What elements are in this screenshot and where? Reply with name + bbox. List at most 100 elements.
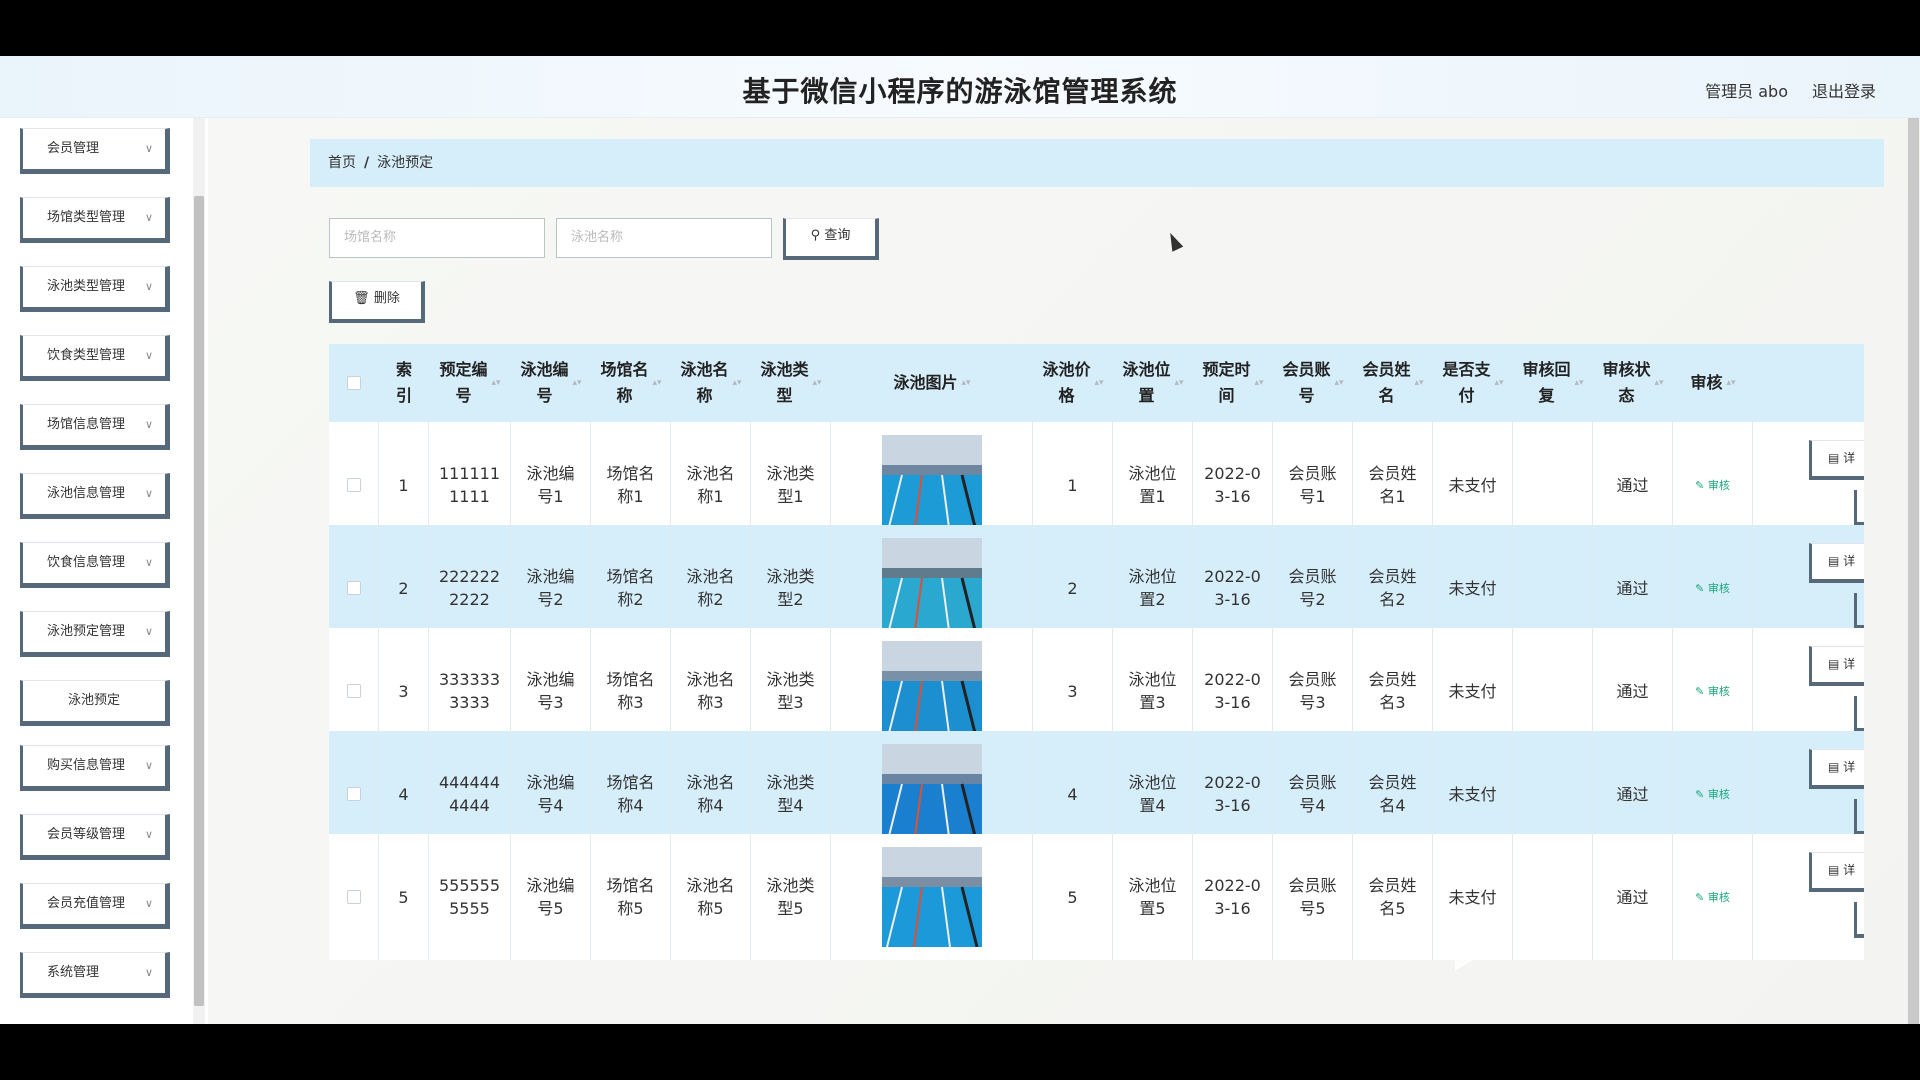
column-header-10[interactable]: 会员账 号 ▴▾ bbox=[1273, 344, 1353, 422]
sidebar-item-4[interactable]: 场馆信息管理 ∨ bbox=[20, 404, 170, 450]
sidebar-item-9[interactable]: 购买信息管理 ∨ bbox=[20, 745, 170, 791]
query-button[interactable]: ⚲ 查询 bbox=[783, 218, 879, 260]
sort-icon[interactable]: ▴▾ bbox=[1254, 370, 1263, 396]
column-header-14[interactable]: 审核状 态 ▴▾ bbox=[1593, 344, 1673, 422]
sidebar-item-5[interactable]: 泳池信息管理 ∨ bbox=[20, 473, 170, 519]
action-button-partial[interactable] bbox=[1854, 593, 1864, 629]
detail-button[interactable]: ▤ 详 bbox=[1809, 440, 1864, 480]
breadcrumb-separator: / bbox=[364, 155, 370, 171]
sort-icon[interactable]: ▴▾ bbox=[812, 370, 821, 396]
sort-icon[interactable]: ▴▾ bbox=[1094, 370, 1103, 396]
column-header-label: 审核 bbox=[1690, 373, 1723, 392]
cell-text: 3 bbox=[398, 681, 409, 701]
column-header-3[interactable]: 场馆名 称 ▴▾ bbox=[591, 344, 671, 422]
column-header-5[interactable]: 泳池类 型 ▴▾ bbox=[751, 344, 831, 422]
column-header-15[interactable]: 审核 ▴▾ bbox=[1673, 344, 1753, 422]
sort-icon[interactable]: ▴▾ bbox=[1654, 370, 1663, 396]
column-header-4[interactable]: 泳池名 称 ▴▾ bbox=[671, 344, 751, 422]
column-header-6[interactable]: 泳池图片 ▴▾ bbox=[831, 344, 1033, 422]
logout-link[interactable]: 退出登录 bbox=[1812, 78, 1876, 102]
cell-order_no: 555555 5555 bbox=[429, 834, 511, 960]
detail-button[interactable]: ▤ 详 bbox=[1809, 749, 1864, 789]
document-icon: ▤ bbox=[1828, 863, 1840, 877]
detail-label: 详 bbox=[1843, 657, 1856, 671]
column-header-0[interactable]: 索 引 bbox=[379, 344, 429, 422]
column-header-label: 会员账 号 bbox=[1282, 360, 1331, 405]
sort-icon[interactable]: ▴▾ bbox=[572, 370, 581, 396]
cell-text: 1 bbox=[1067, 475, 1078, 495]
sort-icon[interactable]: ▴▾ bbox=[1494, 370, 1503, 396]
pool-name-input[interactable]: 泳池名称 bbox=[556, 218, 772, 258]
action-button-partial[interactable] bbox=[1854, 490, 1864, 526]
chevron-down-icon: ∨ bbox=[144, 211, 153, 224]
detail-button[interactable]: ▤ 详 bbox=[1809, 852, 1864, 892]
cell-text: 通过 bbox=[1616, 681, 1649, 701]
cell-text: 泳池类 型2 bbox=[766, 567, 815, 609]
cell-text: 泳池类 型5 bbox=[766, 876, 815, 918]
cell-text: 111111 1111 bbox=[438, 464, 501, 506]
sort-icon[interactable]: ▴▾ bbox=[1334, 370, 1343, 396]
detail-button[interactable]: ▤ 详 bbox=[1809, 646, 1864, 686]
column-header-1[interactable]: 预定编 号 ▴▾ bbox=[429, 344, 511, 422]
sort-icon[interactable]: ▴▾ bbox=[652, 370, 661, 396]
sort-icon[interactable]: ▴▾ bbox=[1414, 370, 1423, 396]
cell-text: 4 bbox=[398, 784, 409, 804]
cell-reply bbox=[1513, 834, 1593, 960]
column-header-9[interactable]: 预定时 间 ▴▾ bbox=[1193, 344, 1273, 422]
column-header-label: 预定时 间 bbox=[1202, 360, 1251, 405]
sidebar-item-6[interactable]: 饮食信息管理 ∨ bbox=[20, 542, 170, 588]
column-header-8[interactable]: 泳池位 置 ▴▾ bbox=[1113, 344, 1193, 422]
column-header-label: 场馆名 称 bbox=[600, 360, 649, 405]
detail-button[interactable]: ▤ 详 bbox=[1809, 543, 1864, 583]
sort-icon[interactable]: ▴▾ bbox=[1726, 370, 1735, 396]
sidebar-item-10[interactable]: 会员等级管理 ∨ bbox=[20, 814, 170, 860]
cell-text: 2022-0 3-16 bbox=[1204, 670, 1261, 712]
action-button-partial[interactable] bbox=[1854, 902, 1864, 938]
delete-button[interactable]: 🗑 删除 bbox=[329, 281, 425, 323]
cell-text: 泳池名 称2 bbox=[686, 567, 735, 609]
sidebar-item-label: 场馆信息管理 bbox=[47, 417, 126, 432]
column-header-2[interactable]: 泳池编 号 ▴▾ bbox=[511, 344, 591, 422]
sidebar-item-12[interactable]: 系统管理 ∨ bbox=[20, 952, 170, 998]
column-header-12[interactable]: 是否支 付 ▴▾ bbox=[1433, 344, 1513, 422]
sort-icon[interactable]: ▴▾ bbox=[1174, 370, 1183, 396]
sidebar-item-7[interactable]: 泳池预定管理 ∨ bbox=[20, 611, 170, 657]
cell-text: 会员姓 名1 bbox=[1368, 464, 1417, 506]
cell-text: 泳池类 型4 bbox=[766, 773, 815, 815]
review-label: 审核 bbox=[1707, 787, 1730, 801]
sort-icon[interactable]: ▴▾ bbox=[491, 370, 500, 396]
column-header-label: 审核回 复 bbox=[1522, 360, 1571, 405]
sidebar-item-1[interactable]: 场馆类型管理 ∨ bbox=[20, 197, 170, 243]
sidebar-subitem-pool-booking[interactable]: 泳池预定 bbox=[20, 680, 170, 726]
sidebar-item-0[interactable]: 会员管理 ∨ bbox=[20, 128, 170, 174]
cell-price: 5 bbox=[1033, 834, 1113, 960]
column-header-11[interactable]: 会员姓 名 ▴▾ bbox=[1353, 344, 1433, 422]
breadcrumb-home[interactable]: 首页 bbox=[328, 155, 356, 171]
pool-image bbox=[881, 435, 982, 535]
row-checkbox[interactable] bbox=[329, 834, 379, 960]
cell-pool_name: 泳池名 称5 bbox=[671, 834, 751, 960]
document-icon: ▤ bbox=[1828, 451, 1840, 465]
column-header-label: 预定编 号 bbox=[439, 360, 488, 405]
cell-text: 通过 bbox=[1616, 578, 1649, 598]
review-link[interactable]: ✎ 审核 bbox=[1673, 834, 1753, 960]
sort-icon[interactable]: ▴▾ bbox=[1574, 370, 1583, 396]
chevron-down-icon: ∨ bbox=[144, 556, 153, 569]
select-all-checkbox[interactable] bbox=[329, 344, 379, 422]
sidebar-item-11[interactable]: 会员充值管理 ∨ bbox=[20, 883, 170, 929]
venue-name-input[interactable]: 场馆名称 bbox=[329, 218, 545, 258]
sidebar-item-3[interactable]: 饮食类型管理 ∨ bbox=[20, 335, 170, 381]
sort-icon[interactable]: ▴▾ bbox=[732, 370, 741, 396]
sidebar-item-label: 泳池预定 bbox=[67, 693, 120, 708]
cell-text: 通过 bbox=[1616, 475, 1649, 495]
action-button-partial[interactable] bbox=[1854, 696, 1864, 732]
content-scrollbar-thumb[interactable] bbox=[1908, 118, 1919, 1024]
action-button-partial[interactable] bbox=[1854, 799, 1864, 835]
cell-status: 通过 bbox=[1593, 834, 1673, 960]
sort-icon[interactable]: ▴▾ bbox=[961, 370, 970, 396]
column-header-7[interactable]: 泳池价 格 ▴▾ bbox=[1033, 344, 1113, 422]
column-header-13[interactable]: 审核回 复 ▴▾ bbox=[1513, 344, 1593, 422]
cell-text: 泳池名 称4 bbox=[686, 773, 735, 815]
sidebar-item-2[interactable]: 泳池类型管理 ∨ bbox=[20, 266, 170, 312]
sidebar-scrollbar-thumb[interactable] bbox=[194, 196, 204, 1006]
